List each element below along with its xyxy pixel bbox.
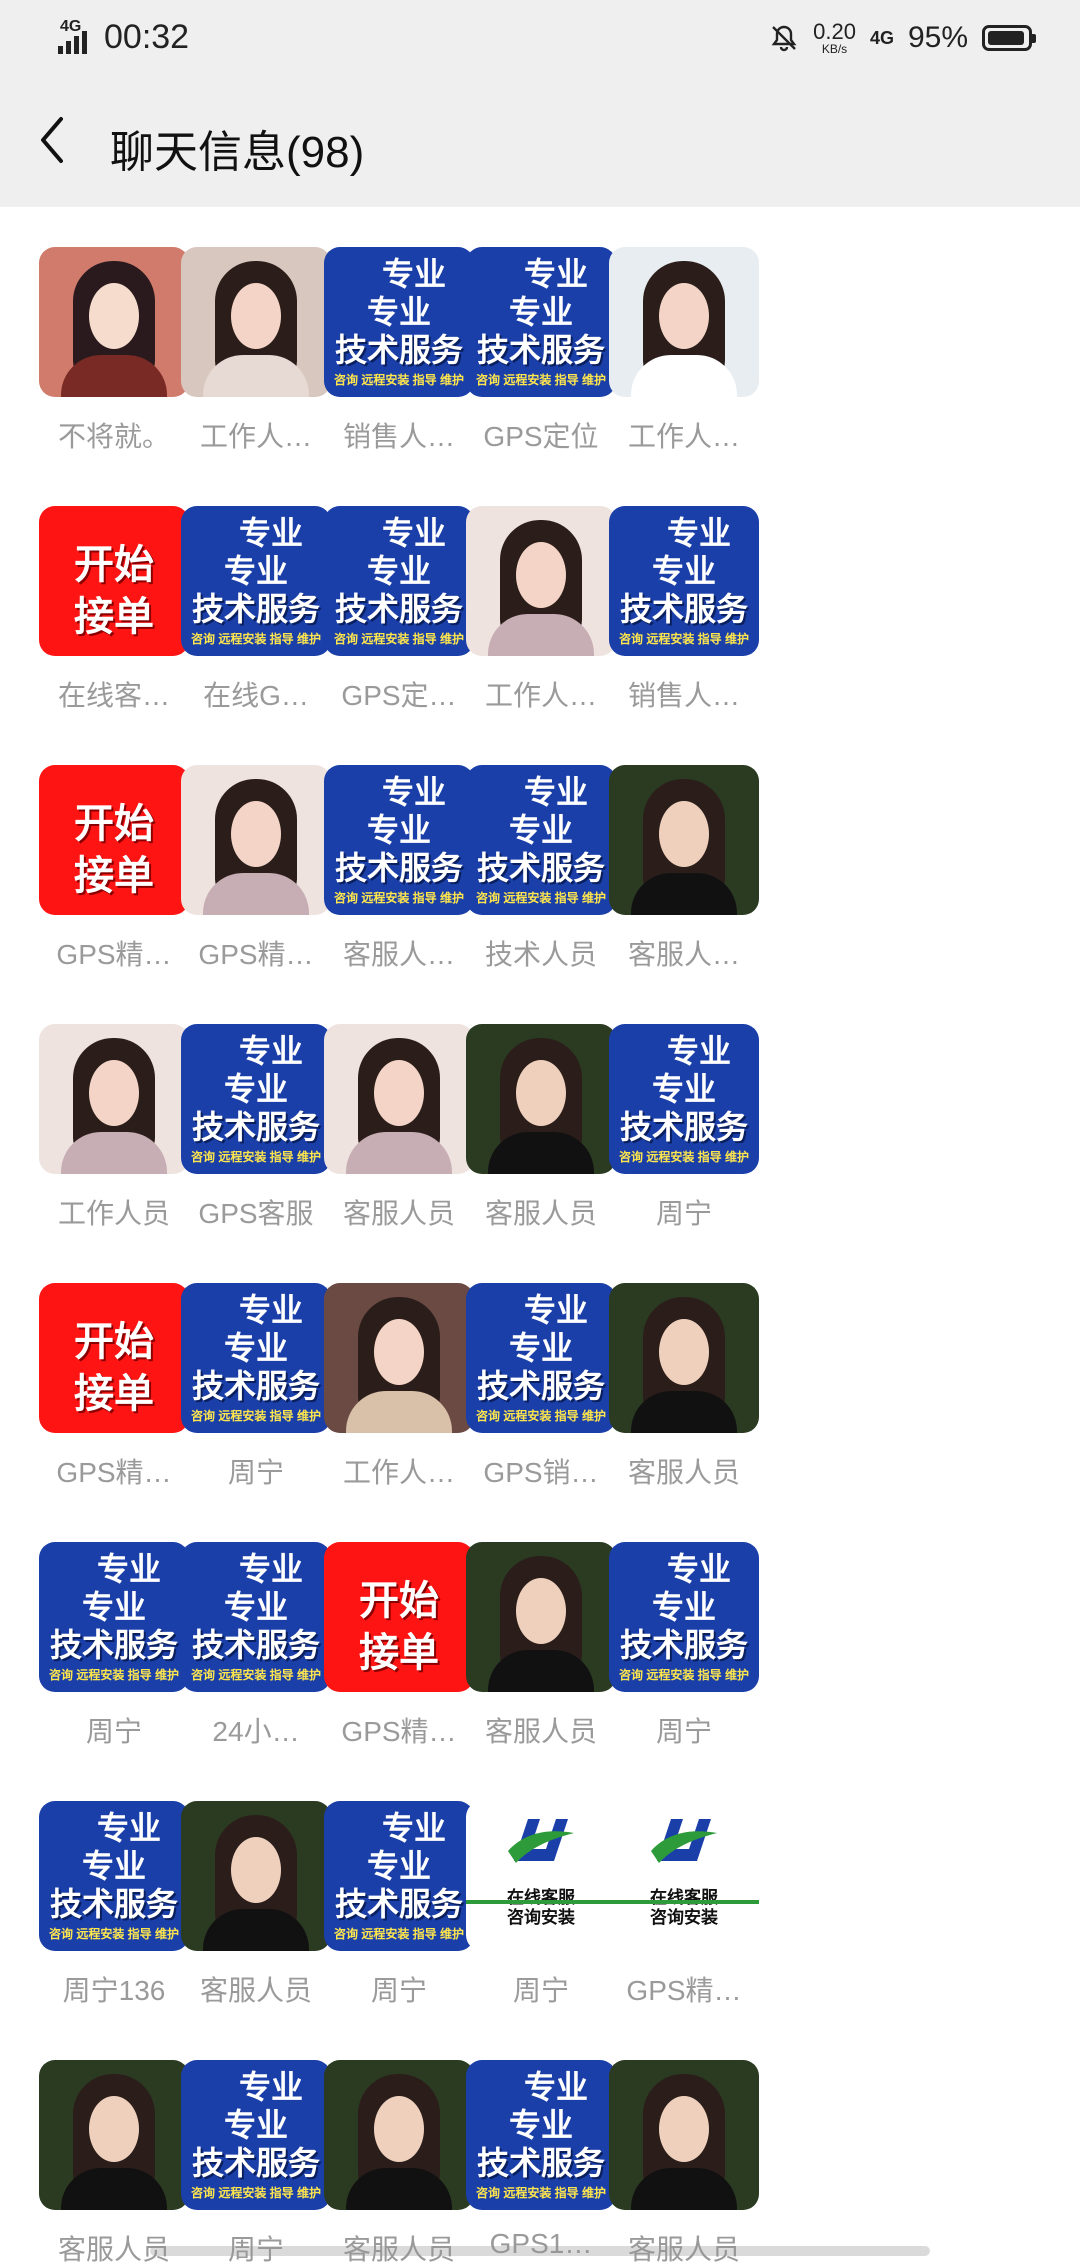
- home-indicator: [150, 2246, 930, 2256]
- signal-icon: 4G: [58, 18, 94, 54]
- page-title: 聊天信息(98): [110, 128, 365, 177]
- member-name: 周宁: [655, 1716, 712, 1747]
- member-avatar[interactable]: [609, 247, 759, 397]
- battery-icon: [982, 25, 1036, 51]
- mute-bell-icon: [771, 25, 797, 52]
- member-avatar[interactable]: [609, 2060, 759, 2210]
- avatar-detail: 咨询安装: [650, 1908, 718, 1927]
- member-avatar[interactable]: [609, 765, 759, 915]
- member-item[interactable]: 客服人员: [594, 1283, 774, 1491]
- network-type-right: 4G: [869, 27, 894, 48]
- chevron-left-icon: [41, 117, 63, 163]
- avatar-detail: [374, 2096, 424, 2162]
- member-name: 周宁: [655, 1198, 712, 1229]
- member-name: 客服人员: [627, 1457, 740, 1488]
- status-bar: 4G 00:32 0.20 KB/s 4G 95%: [0, 0, 1080, 80]
- avatar-detail: [659, 1319, 709, 1385]
- member-name: 工作人…: [627, 421, 740, 452]
- member-avatar[interactable]: 专业 专业 技术服务 咨询 远程安装 指导 维护: [609, 506, 759, 656]
- network-speed: 0.20 KB/s: [813, 19, 856, 56]
- avatar-detail: [231, 283, 281, 349]
- avatar-detail: [651, 1819, 717, 1863]
- status-time: 00:32: [104, 18, 190, 56]
- member-avatar[interactable]: 专业 专业 技术服务 咨询 远程安装 指导 维护: [609, 1542, 759, 1692]
- avatar-detail: [516, 542, 566, 608]
- avatar-detail: [89, 2096, 139, 2162]
- avatar-detail: [516, 1578, 566, 1644]
- avatar-detail: 技术服务: [619, 1627, 748, 1663]
- member-avatar[interactable]: 在线客服 咨询安装: [609, 1801, 759, 1951]
- member-item[interactable]: 在线客服 咨询安装 GPS精…: [594, 1801, 774, 2009]
- avatar-detail: [374, 1060, 424, 1126]
- member-name: 销售人…: [627, 680, 740, 711]
- member-avatar[interactable]: 专业 专业 技术服务 咨询 远程安装 指导 维护: [609, 1024, 759, 1174]
- member-item[interactable]: 专业 专业 技术服务 咨询 远程安装 指导 维护 周宁: [594, 1542, 774, 1750]
- avatar-detail: [659, 801, 709, 867]
- back-button[interactable]: [30, 110, 74, 170]
- member-item[interactable]: 专业 专业 技术服务 咨询 远程安装 指导 维护 销售人…: [594, 506, 774, 714]
- member-item[interactable]: 工作人…: [594, 247, 774, 455]
- avatar-detail: [374, 1319, 424, 1385]
- member-name: GPS精…: [626, 1975, 742, 2006]
- avatar-detail: 技术服务: [619, 1109, 748, 1145]
- header-bar: 4G 00:32 0.20 KB/s 4G 95% 聊天信息(98): [0, 0, 1080, 207]
- avatar-detail: 咨询 远程安装 指导 维护: [618, 1150, 749, 1164]
- member-item[interactable]: 专业 专业 技术服务 咨询 远程安装 指导 维护 周宁: [594, 1024, 774, 1232]
- avatar-detail: [89, 283, 139, 349]
- speed-value: 0.20: [813, 19, 856, 44]
- avatar-detail: [659, 2096, 709, 2162]
- speed-unit: KB/s: [821, 42, 848, 56]
- member-item[interactable]: 客服人员: [594, 2060, 774, 2268]
- avatar-detail: [508, 1819, 574, 1863]
- avatar-detail: [659, 283, 709, 349]
- avatar-detail: [89, 1060, 139, 1126]
- avatar-detail: [231, 801, 281, 867]
- avatar-detail: 技术服务: [619, 591, 748, 627]
- avatar-detail: [231, 1837, 281, 1903]
- battery-percent: 95%: [907, 21, 968, 54]
- avatar-detail: 咨询 远程安装 指导 维护: [618, 632, 749, 646]
- member-item[interactable]: 客服人…: [594, 765, 774, 973]
- member-avatar[interactable]: [609, 1283, 759, 1433]
- avatar-detail: [516, 1060, 566, 1126]
- avatar-detail: 咨询 远程安装 指导 维护: [618, 1668, 749, 1682]
- member-name: 客服人…: [627, 939, 740, 970]
